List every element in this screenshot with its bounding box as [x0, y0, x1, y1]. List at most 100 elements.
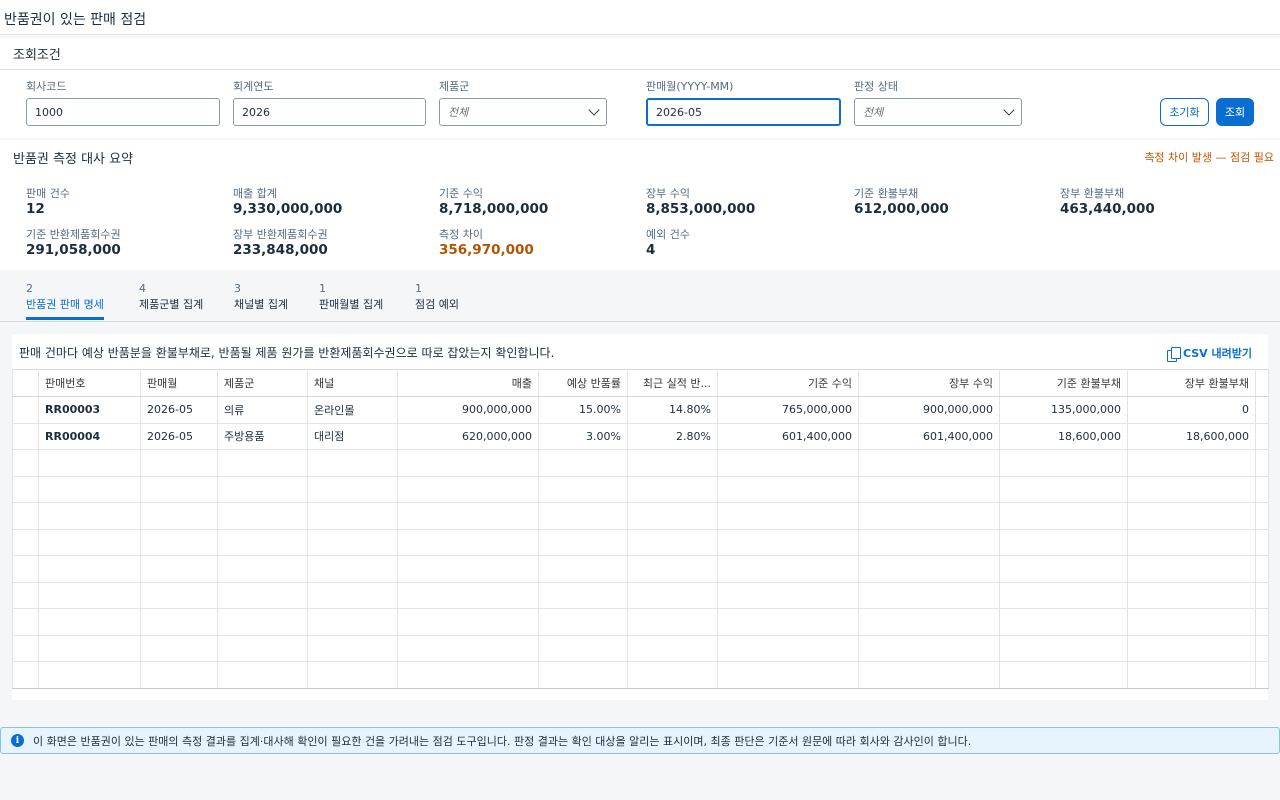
empty-cell — [140, 634, 218, 662]
status-select[interactable]: 전체 — [854, 98, 1022, 126]
tab-exceptions[interactable]: 1 점검 예외 — [415, 282, 459, 318]
column-header[interactable]: 장부 환불부채 — [1127, 369, 1256, 397]
chevron-down-icon — [1003, 104, 1015, 116]
empty-cell — [397, 528, 539, 556]
tab-count: 4 — [139, 282, 146, 295]
select-column-header[interactable] — [12, 369, 39, 397]
empty-cell — [717, 555, 859, 583]
empty-cell — [717, 608, 859, 636]
empty-cell — [217, 581, 308, 609]
empty-cell — [217, 528, 308, 556]
column-header[interactable]: 판매월 — [140, 369, 218, 397]
column-header[interactable]: 매출 — [397, 369, 539, 397]
kpi-standard-revenue: 기준 수익 8,718,000,000 — [439, 187, 549, 217]
tab-sales-detail[interactable]: 2 반품권 판매 명세 — [26, 282, 104, 320]
empty-table-row — [12, 502, 1269, 530]
reset-button[interactable]: 초기화 — [1160, 98, 1209, 126]
table-cell: 2026-05 — [140, 422, 218, 450]
empty-cell — [307, 449, 398, 477]
tab-label: 점검 예외 — [415, 298, 459, 311]
sales-table: 판매번호 판매월 제품군 채널 매출 예상 반품률 최근 실적 반... 기준 … — [12, 369, 1269, 689]
empty-cell — [397, 581, 539, 609]
tab-label: 제품군별 집계 — [139, 298, 204, 311]
table-cell: 2026-05 — [140, 396, 218, 424]
empty-cell — [140, 555, 218, 583]
column-header[interactable]: 기준 수익 — [717, 369, 859, 397]
empty-cell — [1255, 528, 1269, 556]
summary-title: 반품권 측정 대사 요약 — [13, 152, 134, 167]
empty-cell — [397, 449, 539, 477]
copy-icon — [1166, 346, 1181, 362]
empty-cell — [397, 634, 539, 662]
empty-cell — [538, 555, 628, 583]
table-cell: 2.80% — [627, 422, 718, 450]
empty-cell — [140, 608, 218, 636]
row-selector[interactable] — [12, 422, 39, 450]
row-selector[interactable] — [12, 396, 39, 424]
tab-bar: 2 반품권 판매 명세 4 제품군별 집계 3 채널별 집계 1 판매월별 집계… — [0, 270, 1280, 322]
empty-cell — [858, 555, 1000, 583]
filler-cell — [1255, 396, 1269, 424]
tab-by-channel[interactable]: 3 채널별 집계 — [234, 282, 288, 318]
filter-section-title: 조회조건 — [13, 48, 61, 63]
empty-table-row — [12, 608, 1269, 636]
tab-by-sales-month[interactable]: 1 판매월별 집계 — [319, 282, 383, 318]
fiscal-year-input[interactable]: 2026 — [233, 98, 426, 126]
empty-cell — [12, 449, 39, 477]
empty-cell — [538, 528, 628, 556]
company-code-input[interactable]: 1000 — [26, 98, 220, 126]
column-header[interactable]: 예상 반품률 — [538, 369, 628, 397]
empty-cell — [12, 661, 39, 689]
empty-table-row — [12, 528, 1269, 556]
search-button[interactable]: 조회 — [1216, 98, 1254, 126]
table-cell: 18,600,000 — [999, 422, 1128, 450]
empty-cell — [1255, 475, 1269, 503]
column-header[interactable]: 최근 실적 반... — [627, 369, 718, 397]
empty-cell — [999, 475, 1128, 503]
chevron-down-icon — [588, 104, 600, 116]
empty-cell — [217, 555, 308, 583]
table-row[interactable]: RR00004 2026-05 주방용품 대리점 620,000,000 3.00% 2.8… — [12, 422, 1269, 450]
tab-count: 2 — [26, 282, 33, 295]
empty-cell — [538, 634, 628, 662]
filler-column-header — [1255, 369, 1269, 397]
empty-cell — [627, 528, 718, 556]
product-group-select[interactable]: 전체 — [439, 98, 607, 126]
sales-month-input[interactable]: 2026-05 — [646, 98, 841, 126]
tab-count: 1 — [415, 282, 422, 295]
table-cell: 15.00% — [538, 396, 628, 424]
empty-cell — [1255, 581, 1269, 609]
empty-cell — [717, 634, 859, 662]
info-text: 이 화면은 반품권이 있는 판매의 측정 결과를 집계·대사해 확인이 필요한 … — [33, 734, 972, 748]
empty-table-row — [12, 581, 1269, 609]
column-header[interactable]: 제품군 — [217, 369, 308, 397]
empty-cell — [858, 475, 1000, 503]
empty-cell — [717, 475, 859, 503]
empty-cell — [38, 475, 141, 503]
kpi-book-return-asset: 장부 반환제품회수권 233,848,000 — [233, 228, 328, 258]
empty-cell — [999, 449, 1128, 477]
table-row[interactable]: RR00003 2026-05 의류 온라인몰 900,000,000 15.00% 14.… — [12, 396, 1269, 424]
table-cell: 135,000,000 — [999, 396, 1128, 424]
empty-cell — [717, 581, 859, 609]
empty-cell — [307, 555, 398, 583]
csv-download-button[interactable]: CSV 내려받기 — [1166, 345, 1252, 362]
empty-cell — [999, 634, 1128, 662]
empty-cell — [140, 449, 218, 477]
empty-cell — [397, 475, 539, 503]
empty-cell — [627, 581, 718, 609]
empty-cell — [38, 502, 141, 530]
empty-cell — [140, 528, 218, 556]
column-header[interactable]: 채널 — [307, 369, 398, 397]
tab-by-product-group[interactable]: 4 제품군별 집계 — [139, 282, 203, 318]
summary-status-text: 측정 차이 발생 — 점검 필요 — [1144, 151, 1274, 164]
column-header[interactable]: 기준 환불부채 — [999, 369, 1128, 397]
empty-table-row — [12, 661, 1269, 689]
empty-cell — [1127, 661, 1256, 689]
empty-cell — [538, 475, 628, 503]
column-header[interactable]: 판매번호 — [38, 369, 141, 397]
empty-cell — [140, 502, 218, 530]
column-header[interactable]: 장부 수익 — [858, 369, 1000, 397]
filter-header: 조회조건 — [0, 38, 1280, 70]
empty-cell — [12, 581, 39, 609]
